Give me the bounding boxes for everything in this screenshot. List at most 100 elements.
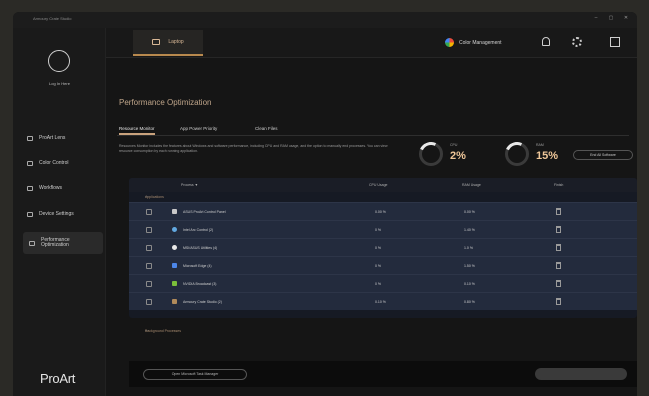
cpu-usage: 0.00 %: [375, 210, 386, 214]
sidebar-item-proart-lens[interactable]: ProArt Lens: [27, 130, 101, 146]
sidebar-item-label: Workflows: [39, 185, 62, 191]
tab-laptop-label: Laptop: [168, 39, 184, 45]
tab-resource-monitor[interactable]: Resource Monitor: [119, 126, 155, 135]
table-row[interactable]: Microsoft Edge (4) 0 % 1.50 %: [129, 256, 637, 274]
row-checkbox[interactable]: [146, 227, 152, 233]
row-checkbox[interactable]: [146, 263, 152, 269]
maximize-button[interactable]: ▢: [605, 15, 617, 21]
ram-usage: 0.80 %: [464, 300, 475, 304]
row-checkbox[interactable]: [146, 281, 152, 287]
sidebar-item-workflows[interactable]: Workflows: [27, 180, 101, 196]
cpu-gauge-icon: [419, 142, 443, 166]
process-name: ASUS ProArt Control Panel: [183, 210, 226, 214]
color-management-icon: [445, 38, 454, 47]
cpu-value: 2%: [450, 150, 466, 162]
cpu-usage: 0 %: [375, 264, 382, 268]
sidebar-item-label: ProArt Lens: [39, 135, 66, 141]
color-management-button[interactable]: Color Management: [445, 38, 502, 47]
open-task-manager-button[interactable]: Open Microsoft Task Manager: [143, 369, 247, 380]
process-name: Intel Arc Control (2): [183, 228, 214, 232]
app-icon: [172, 245, 177, 250]
main-content: Performance Optimization Resource Monito…: [117, 58, 637, 396]
table-row[interactable]: Intel Arc Control (2) 0 % 1.40 %: [129, 220, 637, 238]
sidebar-item-label: Performance Optimization: [41, 237, 70, 248]
ram-gauge-icon: [505, 142, 529, 166]
cpu-usage: 0 %: [375, 228, 382, 232]
minimize-button[interactable]: –: [590, 15, 602, 21]
chevron-up-icon[interactable]: —: [145, 194, 625, 198]
tab-laptop[interactable]: Laptop: [133, 30, 203, 56]
window-title: Armoury Crate Studio: [33, 16, 72, 21]
laptop-icon: [152, 39, 161, 45]
process-name: Armoury Crate Studio (2): [183, 300, 222, 304]
app-icon: [172, 281, 177, 286]
performance-icon: [29, 240, 35, 246]
trash-icon[interactable]: [556, 208, 561, 215]
ram-usage: 0.00 %: [464, 210, 475, 214]
lens-icon: [27, 135, 33, 141]
sidebar-item-color-control[interactable]: Color Control: [27, 155, 101, 171]
process-name: MSI/ASUS Utilities (4): [183, 246, 218, 250]
end-task-button[interactable]: [535, 368, 627, 380]
page-description: Resources Monitor includes the features …: [119, 144, 388, 153]
ram-usage: 0.10 %: [464, 282, 475, 286]
app-icon: [172, 227, 177, 232]
chevron-down-icon[interactable]: —: [145, 328, 625, 332]
trash-icon[interactable]: [556, 262, 561, 269]
row-checkbox[interactable]: [146, 245, 152, 251]
trash-icon[interactable]: [556, 280, 561, 287]
sub-tabs: Resource Monitor App Power Priority Clea…: [117, 124, 629, 136]
process-name: Microsoft Edge (4): [183, 264, 212, 268]
process-table: Process ▼ CPU Usage RAM Usage Finish App…: [129, 178, 637, 318]
layout-icon[interactable]: [610, 37, 620, 47]
cpu-usage: 0 %: [375, 282, 382, 286]
header-process[interactable]: Process ▼: [181, 183, 198, 187]
header-ram[interactable]: RAM Usage: [462, 183, 481, 187]
cpu-label: CPU: [450, 143, 458, 147]
table-row[interactable]: MSI/ASUS Utilities (4) 0 % 1.0 %: [129, 238, 637, 256]
tab-app-power-priority[interactable]: App Power Priority: [180, 126, 217, 131]
brand-logo: ProArt: [40, 371, 76, 386]
page-title: Performance Optimization: [119, 98, 212, 107]
ram-value: 15%: [536, 150, 559, 162]
ram-usage: 1.50 %: [464, 264, 475, 268]
sidebar-item-label: Device Settings: [39, 211, 74, 217]
trash-icon[interactable]: [556, 298, 561, 305]
app-icon: [172, 263, 177, 268]
row-checkbox[interactable]: [146, 209, 152, 215]
cpu-usage: 0 %: [375, 246, 382, 250]
bell-icon[interactable]: [542, 37, 550, 46]
sidebar-item-label: Color Control: [39, 160, 69, 166]
cpu-usage: 0.10 %: [375, 300, 386, 304]
ram-usage: 1.40 %: [464, 228, 475, 232]
app-icon: [172, 299, 177, 304]
device-icon: [27, 211, 33, 217]
header-cpu[interactable]: CPU Usage: [369, 183, 387, 187]
login-link[interactable]: Log In Here: [13, 81, 106, 86]
table-row[interactable]: NVIDIA Broadcast (3) 0 % 0.10 %: [129, 274, 637, 292]
end-all-software-button[interactable]: End All Software: [573, 150, 633, 160]
sidebar-item-performance-optimization[interactable]: Performance Optimization: [23, 232, 103, 254]
close-button[interactable]: ✕: [620, 15, 632, 21]
gear-icon[interactable]: [572, 37, 582, 47]
section-background-processes[interactable]: Background Processes —: [129, 326, 637, 336]
footer-bar: Open Microsoft Task Manager: [129, 361, 637, 387]
header-finish: Finish: [554, 183, 564, 187]
title-bar: Armoury Crate Studio – ▢ ✕: [13, 12, 637, 28]
process-name: NVIDIA Broadcast (3): [183, 282, 217, 286]
section-applications[interactable]: Applications —: [129, 192, 637, 202]
user-avatar-icon[interactable]: [48, 50, 70, 72]
tab-clean-files[interactable]: Clean Files: [255, 126, 278, 131]
table-row[interactable]: Armoury Crate Studio (2) 0.10 % 0.80 %: [129, 292, 637, 310]
trash-icon[interactable]: [556, 244, 561, 251]
app-window: Armoury Crate Studio – ▢ ✕ Log In Here P…: [13, 12, 637, 396]
color-icon: [27, 160, 33, 166]
ram-label: RAM: [536, 143, 544, 147]
sidebar-item-device-settings[interactable]: Device Settings: [27, 206, 101, 222]
table-row[interactable]: ASUS ProArt Control Panel 0.00 % 0.00 %: [129, 202, 637, 220]
workflow-icon: [27, 185, 33, 191]
app-icon: [172, 209, 177, 214]
row-checkbox[interactable]: [146, 299, 152, 305]
ram-usage: 1.0 %: [464, 246, 473, 250]
trash-icon[interactable]: [556, 226, 561, 233]
